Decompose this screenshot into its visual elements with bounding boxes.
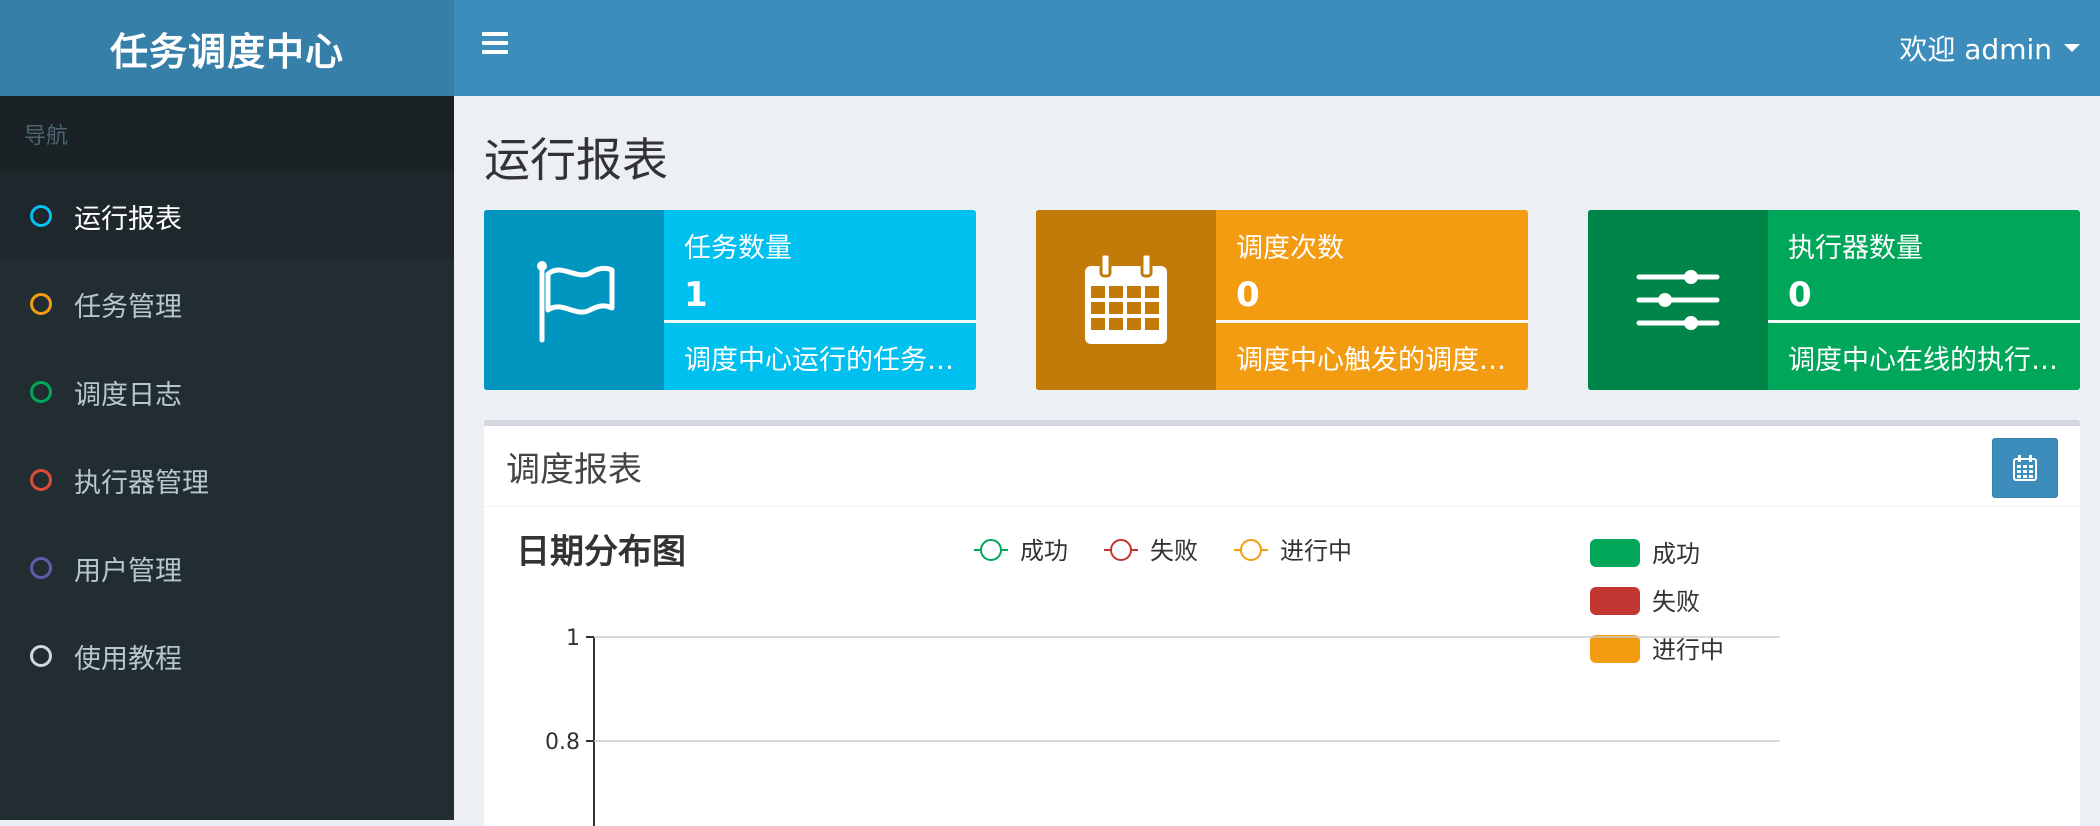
legend-item[interactable]: 失败 (1104, 537, 1198, 565)
circle-icon (30, 645, 52, 667)
info-box-description: 调度中心运行的任务数量 (684, 345, 956, 376)
progress-line (1216, 320, 1528, 323)
chart-title: 日期分布图 (516, 532, 686, 572)
top-header: 任务调度中心 欢迎 admin (0, 0, 2100, 96)
pie-legend-swatch (1590, 539, 1640, 567)
pie-legend-label: 进行中 (1652, 636, 1724, 664)
pie-legend-item[interactable]: 成功 (1590, 539, 1700, 568)
report-panel: 调度报表 日期分布图 成功 失败 进行中 成功 失败 进行中 1 0.8 (484, 420, 2080, 826)
pie-legend-label: 成功 (1652, 540, 1700, 568)
panel-title: 调度报表 (506, 450, 642, 490)
sidebar-item-label: 调度日志 (74, 379, 182, 411)
sidebar-item-label: 使用教程 (74, 643, 182, 675)
sidebar-item-users[interactable]: 用户管理 (0, 524, 454, 612)
calendar-icon (1036, 210, 1216, 390)
info-box-title: 任务数量 (684, 233, 792, 264)
y-tick-label: 0.8 (545, 730, 580, 755)
user-menu-label: 欢迎 admin (1899, 33, 2052, 66)
legend-label: 进行中 (1280, 537, 1352, 565)
page-title: 运行报表 (484, 133, 668, 187)
info-box-title: 调度次数 (1236, 233, 1344, 264)
caret-down-icon (2064, 44, 2080, 52)
sliders-icon (1588, 210, 1768, 390)
nav-header: 导航 (0, 96, 454, 172)
info-box-description: 调度中心在线的执行器机器数量 (1788, 345, 2060, 376)
sidebar: 导航 运行报表 任务管理 调度日志 执行器管理 用户管理 使用教程 (0, 96, 454, 820)
info-box-number: 1 (684, 275, 708, 315)
info-box-description: 调度中心触发的调度次数 (1236, 345, 1508, 376)
info-box-executor-count: 执行器数量 0 调度中心在线的执行器机器数量 (1588, 210, 2080, 390)
info-box-number: 0 (1788, 275, 1812, 315)
legend-marker (1110, 539, 1132, 561)
legend-label: 成功 (1020, 537, 1068, 565)
pie-legend-swatch (1590, 635, 1640, 663)
sidebar-item-help[interactable]: 使用教程 (0, 612, 454, 700)
calendar-icon (2013, 455, 2037, 481)
sidebar-item-jobs[interactable]: 任务管理 (0, 260, 454, 348)
panel-header: 调度报表 (484, 426, 2080, 507)
progress-line (664, 320, 976, 323)
date-range-button[interactable] (1992, 438, 2058, 498)
info-box-title: 执行器数量 (1788, 233, 1923, 264)
legend-item[interactable]: 成功 (974, 537, 1068, 565)
circle-icon (30, 293, 52, 315)
pie-legend-label: 失败 (1652, 588, 1700, 616)
legend-marker (1240, 539, 1262, 561)
pie-legend-swatch (1590, 587, 1640, 615)
circle-icon (30, 381, 52, 403)
flag-icon (484, 210, 664, 390)
pie-legend-item[interactable]: 失败 (1590, 587, 1700, 616)
legend-marker (980, 539, 1002, 561)
progress-line (1768, 320, 2080, 323)
circle-icon (30, 557, 52, 579)
circle-icon (30, 469, 52, 491)
user-menu[interactable]: 欢迎 admin (1899, 0, 2080, 96)
sidebar-item-logs[interactable]: 调度日志 (0, 348, 454, 436)
info-box-job-count: 任务数量 1 调度中心运行的任务数量 (484, 210, 976, 390)
sidebar-item-executors[interactable]: 执行器管理 (0, 436, 454, 524)
y-tick-label: 1 (566, 626, 580, 651)
app-logo[interactable]: 任务调度中心 (0, 0, 454, 96)
sidebar-item-label: 任务管理 (74, 291, 182, 323)
circle-icon (30, 205, 52, 227)
report-chart: 日期分布图 成功 失败 进行中 成功失败进行中 10.8 (516, 532, 1780, 826)
sidebar-item-label: 用户管理 (74, 555, 182, 587)
info-box-number: 0 (1236, 275, 1260, 315)
legend-item[interactable]: 进行中 (1234, 537, 1352, 565)
sidebar-item-label: 运行报表 (74, 203, 182, 235)
legend-label: 失败 (1150, 537, 1198, 565)
sidebar-toggle-icon[interactable] (482, 32, 508, 58)
sidebar-item-report[interactable]: 运行报表 (0, 172, 454, 260)
pie-legend-item[interactable]: 进行中 (1590, 635, 1724, 664)
info-box-trigger-count: 调度次数 0 调度中心触发的调度次数 (1036, 210, 1528, 390)
sidebar-item-label: 执行器管理 (74, 467, 209, 499)
